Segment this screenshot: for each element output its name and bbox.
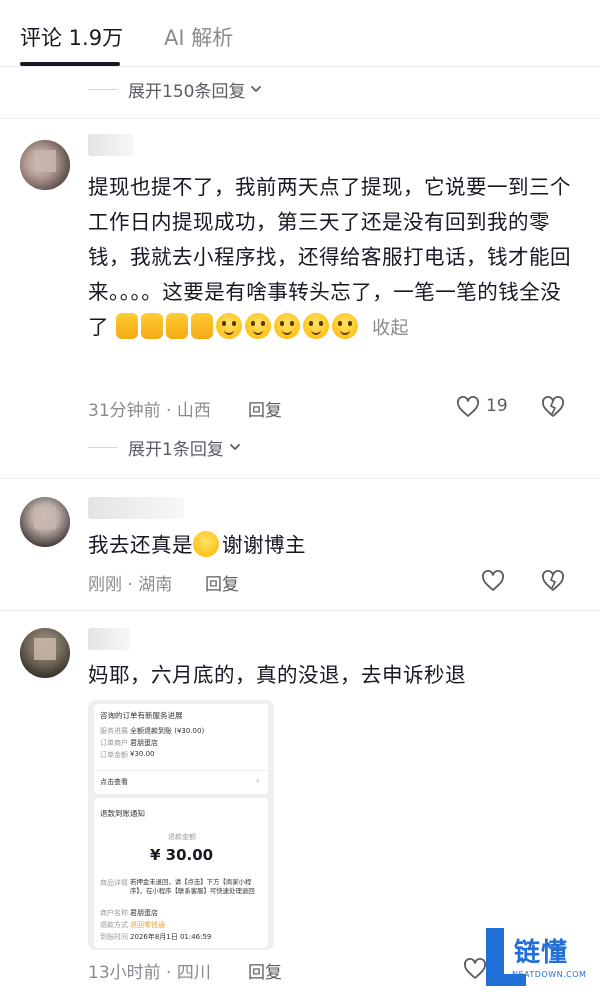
comment-meta: 13小时前 · 四川 bbox=[88, 963, 211, 983]
watermark-domain: NEATDOWN.COM bbox=[512, 970, 587, 979]
chevron-right-icon: › bbox=[256, 776, 260, 785]
expand-replies-label: 展开150条回复 bbox=[128, 81, 246, 102]
row-label: 订单金额 bbox=[100, 751, 128, 759]
row-label: 商户名称 bbox=[100, 909, 128, 917]
expand-replies-button[interactable]: 展开150条回复 bbox=[88, 76, 263, 102]
smile-emoji-icon bbox=[216, 313, 243, 339]
username-blurred[interactable] bbox=[88, 134, 134, 156]
tab-comments[interactable]: 评论 1.9万 bbox=[20, 22, 123, 52]
service-progress-card: 咨询的订单有新服务进展 服务进展 全额退款到账 (¥30.00) 订单商户 君朋… bbox=[94, 704, 268, 794]
avatar[interactable] bbox=[20, 497, 70, 547]
username-blurred[interactable] bbox=[88, 497, 184, 519]
reply-button[interactable]: 回复 bbox=[205, 570, 239, 595]
heart-icon[interactable] bbox=[455, 394, 481, 420]
comment-separator bbox=[0, 118, 600, 119]
row-value: 君朋蛋店 bbox=[130, 739, 158, 747]
broken-heart-icon[interactable] bbox=[540, 568, 566, 594]
chevron-down-icon bbox=[251, 86, 262, 93]
avatar[interactable] bbox=[20, 628, 70, 678]
row-label: 退款方式 bbox=[100, 921, 128, 929]
comment-meta: 刚刚 · 湖南 bbox=[88, 575, 173, 595]
row-label: 到账时间 bbox=[100, 933, 128, 941]
card-title: 咨询的订单有新服务进展 bbox=[100, 711, 183, 720]
heart-icon[interactable] bbox=[480, 568, 506, 594]
refund-notice-card: 退款到账通知 退款金额 ¥ 30.00 商品详情 若押金未退回，请【点击】下方【… bbox=[94, 798, 268, 948]
expand-replies-button[interactable]: 展开1条回复 bbox=[88, 434, 242, 460]
comment-body: 我去还真是 bbox=[88, 533, 193, 557]
active-tab-indicator bbox=[20, 62, 120, 66]
comment-text: 提现也提不了，我前两天点了提现，它说要一到三个工作日内提现成功，第三天了还是没有… bbox=[88, 170, 580, 346]
thumbs-up-emoji-icon bbox=[116, 313, 139, 339]
broken-heart-icon[interactable] bbox=[540, 394, 566, 420]
watermark-brand: 链懂 bbox=[514, 938, 569, 968]
divider-line bbox=[88, 88, 118, 90]
row-label: 订单商户 bbox=[100, 739, 128, 747]
row-value: 全额退款到账 (¥30.00) bbox=[130, 727, 205, 735]
comment-body: 谢谢博主 bbox=[222, 533, 306, 557]
thumbs-up-emoji-icon bbox=[141, 313, 164, 339]
like-count: 19 bbox=[486, 396, 508, 416]
comment-meta: 31分钟前 · 山西 bbox=[88, 401, 211, 421]
comment-image-attachment[interactable]: 咨询的订单有新服务进展 服务进展 全额退款到账 (¥30.00) 订单商户 君朋… bbox=[88, 700, 274, 950]
card-title: 退款到账通知 bbox=[100, 809, 145, 818]
divider-line bbox=[88, 446, 118, 448]
comment-separator bbox=[0, 478, 600, 479]
smile-emoji-icon bbox=[303, 313, 330, 339]
pleading-face-emoji-icon bbox=[193, 531, 219, 557]
tab-ai-analysis[interactable]: AI 解析 bbox=[164, 22, 233, 52]
smile-emoji-icon bbox=[245, 313, 272, 339]
smile-emoji-icon bbox=[332, 313, 359, 339]
thumbs-up-emoji-icon bbox=[166, 313, 189, 339]
expand-replies-label: 展开1条回复 bbox=[128, 439, 224, 460]
refund-amount: ¥ 30.00 bbox=[150, 846, 214, 864]
collapse-button[interactable]: 收起 bbox=[372, 318, 409, 339]
smile-emoji-icon bbox=[274, 313, 301, 339]
row-value: ¥30.00 bbox=[130, 750, 155, 758]
row-value: 退回零钱通 bbox=[130, 921, 165, 929]
comment-separator bbox=[0, 610, 600, 611]
row-value: 君朋蛋店 bbox=[130, 909, 158, 917]
view-details-link: 点击查看 bbox=[100, 778, 128, 786]
row-value: 2026年8月1日 01:46:59 bbox=[130, 933, 212, 941]
thumbs-up-emoji-icon bbox=[191, 313, 214, 339]
row-label: 服务进展 bbox=[100, 727, 128, 735]
username-blurred[interactable] bbox=[88, 628, 130, 650]
avatar[interactable] bbox=[20, 140, 70, 190]
watermark-logo: 链懂 NEATDOWN.COM bbox=[480, 924, 598, 994]
comment-text: 我去还真是 谢谢博主 bbox=[88, 528, 580, 563]
comment-tabs: 评论 1.9万 AI 解析 bbox=[0, 0, 600, 67]
row-value: 若押金未退回，请【点击】下方【商家小程序】，在小程序【联系客服】可快速处理退回 bbox=[130, 878, 255, 895]
comment-text: 妈耶，六月底的，真的没退，去申诉秒退 bbox=[88, 663, 466, 687]
chevron-down-icon bbox=[229, 444, 240, 451]
reply-button[interactable]: 回复 bbox=[248, 396, 282, 421]
row-label: 商品详情 bbox=[100, 879, 128, 887]
amount-label: 退款金额 bbox=[168, 833, 196, 841]
reply-button[interactable]: 回复 bbox=[248, 958, 282, 983]
